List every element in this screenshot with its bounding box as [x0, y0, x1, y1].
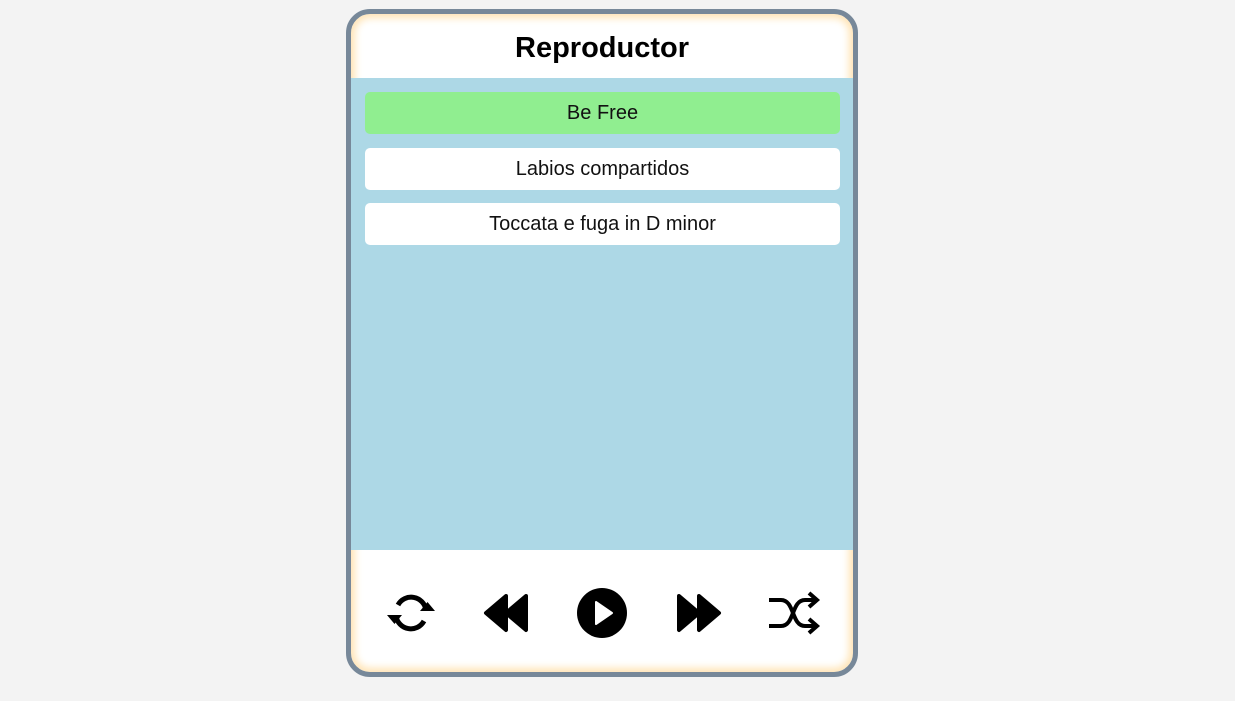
shuffle-icon [769, 591, 821, 635]
playlist: Be Free Labios compartidos Toccata e fug… [351, 78, 853, 550]
repeat-button[interactable] [384, 586, 438, 640]
shuffle-button[interactable] [767, 586, 821, 640]
player-controls [351, 550, 853, 672]
play-icon [577, 588, 627, 638]
play-button[interactable] [575, 586, 629, 640]
page-title: Reproductor [515, 32, 689, 64]
track-item-be-free[interactable]: Be Free [365, 92, 840, 134]
next-button[interactable] [671, 586, 725, 640]
track-item-toccata-e-fuga[interactable]: Toccata e fuga in D minor [365, 203, 840, 245]
previous-icon [484, 594, 528, 632]
repeat-icon [387, 594, 435, 632]
track-item-labios-compartidos[interactable]: Labios compartidos [365, 148, 840, 190]
music-player: Reproductor Be Free Labios compartidos T… [346, 9, 858, 677]
player-header: Reproductor [351, 14, 853, 78]
previous-button[interactable] [480, 586, 534, 640]
next-icon [677, 594, 721, 632]
